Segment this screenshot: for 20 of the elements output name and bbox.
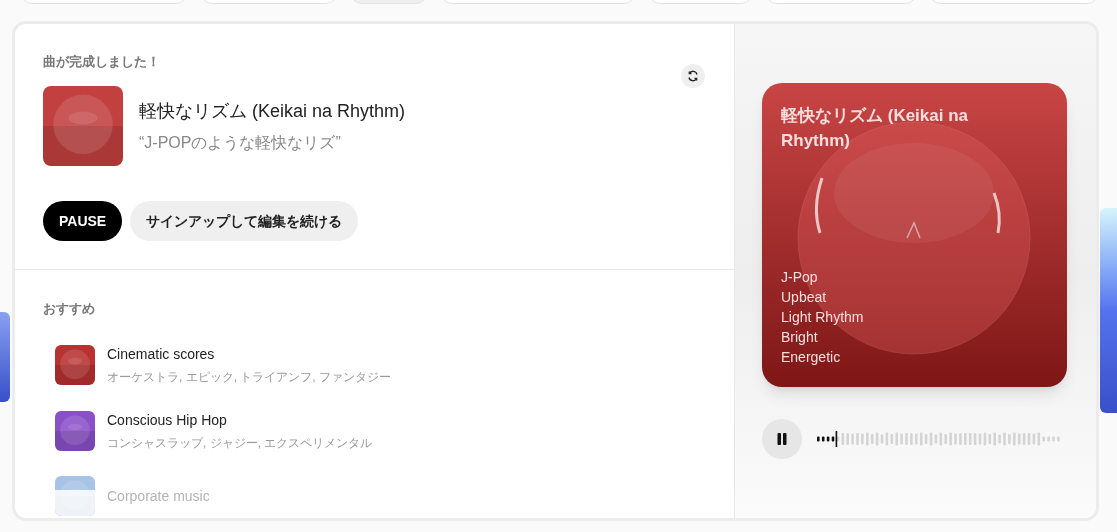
- section-heading: 曲が完成しました！: [43, 53, 160, 71]
- cover-title: 軽快なリズム (Keikai na Rhythm): [781, 105, 970, 152]
- cover-tag: Light Rhythm: [781, 307, 1007, 327]
- pause-button[interactable]: [762, 419, 802, 459]
- pause-icon: [777, 433, 787, 445]
- cover-tag: Upbeat: [781, 287, 1007, 307]
- cover-tag: Bright: [781, 327, 1007, 347]
- song-prompt: “J-POPのような軽快なリズ”: [139, 132, 342, 153]
- cover-tag: Energetic: [781, 347, 1007, 367]
- signup-button[interactable]: サインアップして編集を続ける: [130, 201, 359, 241]
- genre-title[interactable]: Cinematic scores: [107, 344, 391, 365]
- refresh-icon: [687, 70, 699, 82]
- section-heading: おすすめ: [43, 301, 95, 316]
- song-title: 軽快なリズム (Keikai na Rhythm): [139, 99, 406, 123]
- cover-tag: J-Pop: [781, 267, 1007, 287]
- genre-tags: オーケストラ, エピック, トライアンフ, ファンタジー: [107, 368, 391, 386]
- pause-button[interactable]: PAUSE: [43, 201, 123, 241]
- genre-tags: コンシャスラップ, ジャジー, エクスペリメンタル: [107, 434, 373, 452]
- genre-title[interactable]: Conscious Hip Hop: [107, 410, 373, 431]
- regenerate-button[interactable]: [681, 64, 705, 88]
